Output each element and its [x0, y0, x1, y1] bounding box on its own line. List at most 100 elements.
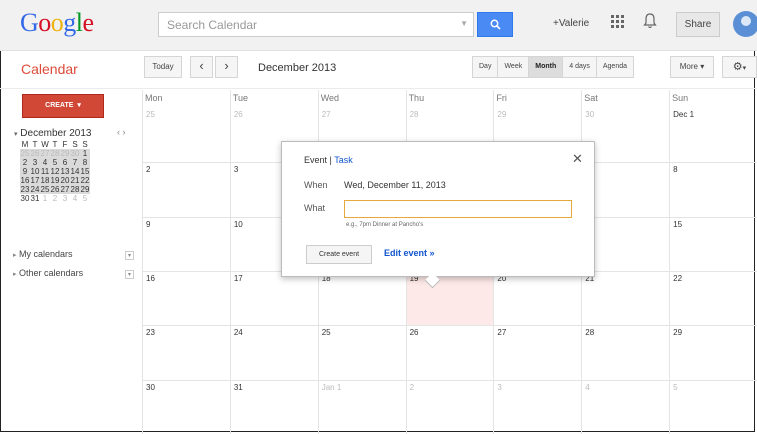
- mini-calendar-day[interactable]: 24: [30, 185, 40, 194]
- day-cell[interactable]: 31: [229, 379, 318, 434]
- day-number[interactable]: 27: [497, 328, 506, 337]
- mini-calendar-day[interactable]: 19: [50, 176, 60, 185]
- user-profile-link[interactable]: +Valerie: [553, 18, 589, 29]
- day-cell[interactable]: 27: [493, 325, 582, 380]
- day-number[interactable]: 8: [673, 165, 677, 174]
- day-cell[interactable]: 16: [142, 271, 230, 326]
- google-logo[interactable]: Google: [20, 8, 94, 38]
- view-week-button[interactable]: Week: [498, 56, 530, 78]
- view-agenda-button[interactable]: Agenda: [596, 56, 634, 78]
- mini-calendar-day[interactable]: 1: [40, 194, 50, 203]
- mini-calendar-day[interactable]: 6: [60, 158, 70, 167]
- mini-calendar-day[interactable]: 27: [40, 149, 50, 158]
- mini-calendar-day[interactable]: 23: [20, 185, 30, 194]
- day-number[interactable]: 17: [234, 274, 243, 283]
- day-number[interactable]: 5: [673, 383, 677, 392]
- search-options-caret-icon[interactable]: ▼: [460, 19, 468, 28]
- mini-calendar-title[interactable]: ▾ December 2013: [14, 128, 91, 139]
- close-icon[interactable]: ✕: [572, 151, 583, 167]
- day-number[interactable]: 2: [146, 165, 150, 174]
- apps-grid-icon[interactable]: [611, 15, 624, 28]
- mini-calendar-day[interactable]: 9: [20, 167, 30, 176]
- day-cell[interactable]: Jan 1: [317, 379, 406, 434]
- day-number[interactable]: 25: [146, 110, 155, 119]
- mini-calendar-day[interactable]: 18: [40, 176, 50, 185]
- day-cell[interactable]: 2: [142, 162, 230, 217]
- create-event-button[interactable]: Create event: [306, 245, 372, 264]
- day-number[interactable]: 10: [234, 220, 243, 229]
- view-day-button[interactable]: Day: [472, 56, 499, 78]
- day-cell[interactable]: 18: [317, 271, 406, 326]
- day-cell[interactable]: 15: [669, 216, 757, 271]
- what-input[interactable]: [344, 200, 572, 218]
- day-number[interactable]: 30: [585, 110, 594, 119]
- my-calendars-menu-button[interactable]: ▾: [125, 251, 134, 260]
- mini-calendar-day[interactable]: 8: [80, 158, 90, 167]
- search-button[interactable]: [477, 12, 513, 37]
- mini-calendar-day[interactable]: 11: [40, 167, 50, 176]
- day-number[interactable]: 30: [146, 383, 155, 392]
- mini-calendar-day[interactable]: 29: [60, 149, 70, 158]
- mini-calendar-day[interactable]: 13: [60, 167, 70, 176]
- mini-calendar-day[interactable]: 16: [20, 176, 30, 185]
- mini-calendar-day[interactable]: 27: [60, 185, 70, 194]
- day-cell[interactable]: 3: [493, 379, 582, 434]
- day-cell[interactable]: 28: [581, 325, 670, 380]
- day-number[interactable]: 2: [410, 383, 414, 392]
- notifications-bell-icon[interactable]: [643, 13, 657, 31]
- search-input[interactable]: Search Calendar ▼: [158, 12, 474, 37]
- mini-calendar-day[interactable]: 4: [70, 194, 80, 203]
- mini-calendar-day[interactable]: 26: [50, 185, 60, 194]
- mini-calendar-day[interactable]: 26: [30, 149, 40, 158]
- day-number[interactable]: 29: [497, 110, 506, 119]
- day-cell[interactable]: 26: [405, 325, 494, 380]
- day-cell[interactable]: 23: [142, 325, 230, 380]
- mini-calendar-day[interactable]: 28: [50, 149, 60, 158]
- mini-calendar-day[interactable]: 15: [80, 167, 90, 176]
- day-number[interactable]: 28: [410, 110, 419, 119]
- settings-button[interactable]: ⚙▾: [722, 56, 757, 78]
- other-calendars-toggle[interactable]: ▸ Other calendars: [13, 268, 83, 278]
- mini-calendar-day[interactable]: 25: [40, 185, 50, 194]
- app-title[interactable]: Calendar: [21, 61, 78, 77]
- day-number[interactable]: 23: [146, 328, 155, 337]
- day-number[interactable]: 4: [585, 383, 589, 392]
- mini-calendar-day[interactable]: 2: [50, 194, 60, 203]
- day-number[interactable]: 25: [322, 328, 331, 337]
- mini-calendar-day[interactable]: 3: [60, 194, 70, 203]
- day-cell[interactable]: 17: [229, 271, 318, 326]
- day-cell[interactable]: 9: [142, 216, 230, 271]
- day-cell[interactable]: 24: [229, 325, 318, 380]
- share-button[interactable]: Share: [676, 12, 720, 37]
- mini-calendar-day[interactable]: 30: [20, 194, 30, 203]
- edit-event-link[interactable]: Edit event »: [384, 248, 435, 258]
- mini-calendar-day[interactable]: 5: [80, 194, 90, 203]
- mini-calendar-day[interactable]: 3: [30, 158, 40, 167]
- mini-calendar-day[interactable]: 2: [20, 158, 30, 167]
- mini-calendar-day[interactable]: 10: [30, 167, 40, 176]
- mini-calendar-day[interactable]: 22: [80, 176, 90, 185]
- mini-calendar-day[interactable]: 7: [70, 158, 80, 167]
- day-cell[interactable]: 5: [669, 379, 757, 434]
- day-cell[interactable]: 22: [669, 271, 757, 326]
- day-number[interactable]: 9: [146, 220, 150, 229]
- other-calendars-menu-button[interactable]: ▾: [125, 270, 134, 279]
- view-4-days-button[interactable]: 4 days: [563, 56, 597, 78]
- tab-task[interactable]: Task: [334, 155, 353, 165]
- mini-calendar-day[interactable]: 28: [70, 185, 80, 194]
- day-cell[interactable]: 29: [669, 325, 757, 380]
- day-number[interactable]: 3: [497, 383, 501, 392]
- mini-calendar-day[interactable]: 5: [50, 158, 60, 167]
- mini-calendar-day[interactable]: 14: [70, 167, 80, 176]
- day-number[interactable]: 3: [234, 165, 238, 174]
- day-cell[interactable]: Dec 1: [669, 90, 757, 163]
- mini-calendar-day[interactable]: 20: [60, 176, 70, 185]
- day-number[interactable]: 15: [673, 220, 682, 229]
- today-button[interactable]: Today: [144, 56, 182, 78]
- mini-calendar-day[interactable]: 21: [70, 176, 80, 185]
- mini-calendar-day[interactable]: 31: [30, 194, 40, 203]
- my-calendars-toggle[interactable]: ▸ My calendars: [13, 249, 73, 259]
- day-number[interactable]: 16: [146, 274, 155, 283]
- view-month-button[interactable]: Month: [529, 56, 564, 78]
- mini-calendar-day[interactable]: 17: [30, 176, 40, 185]
